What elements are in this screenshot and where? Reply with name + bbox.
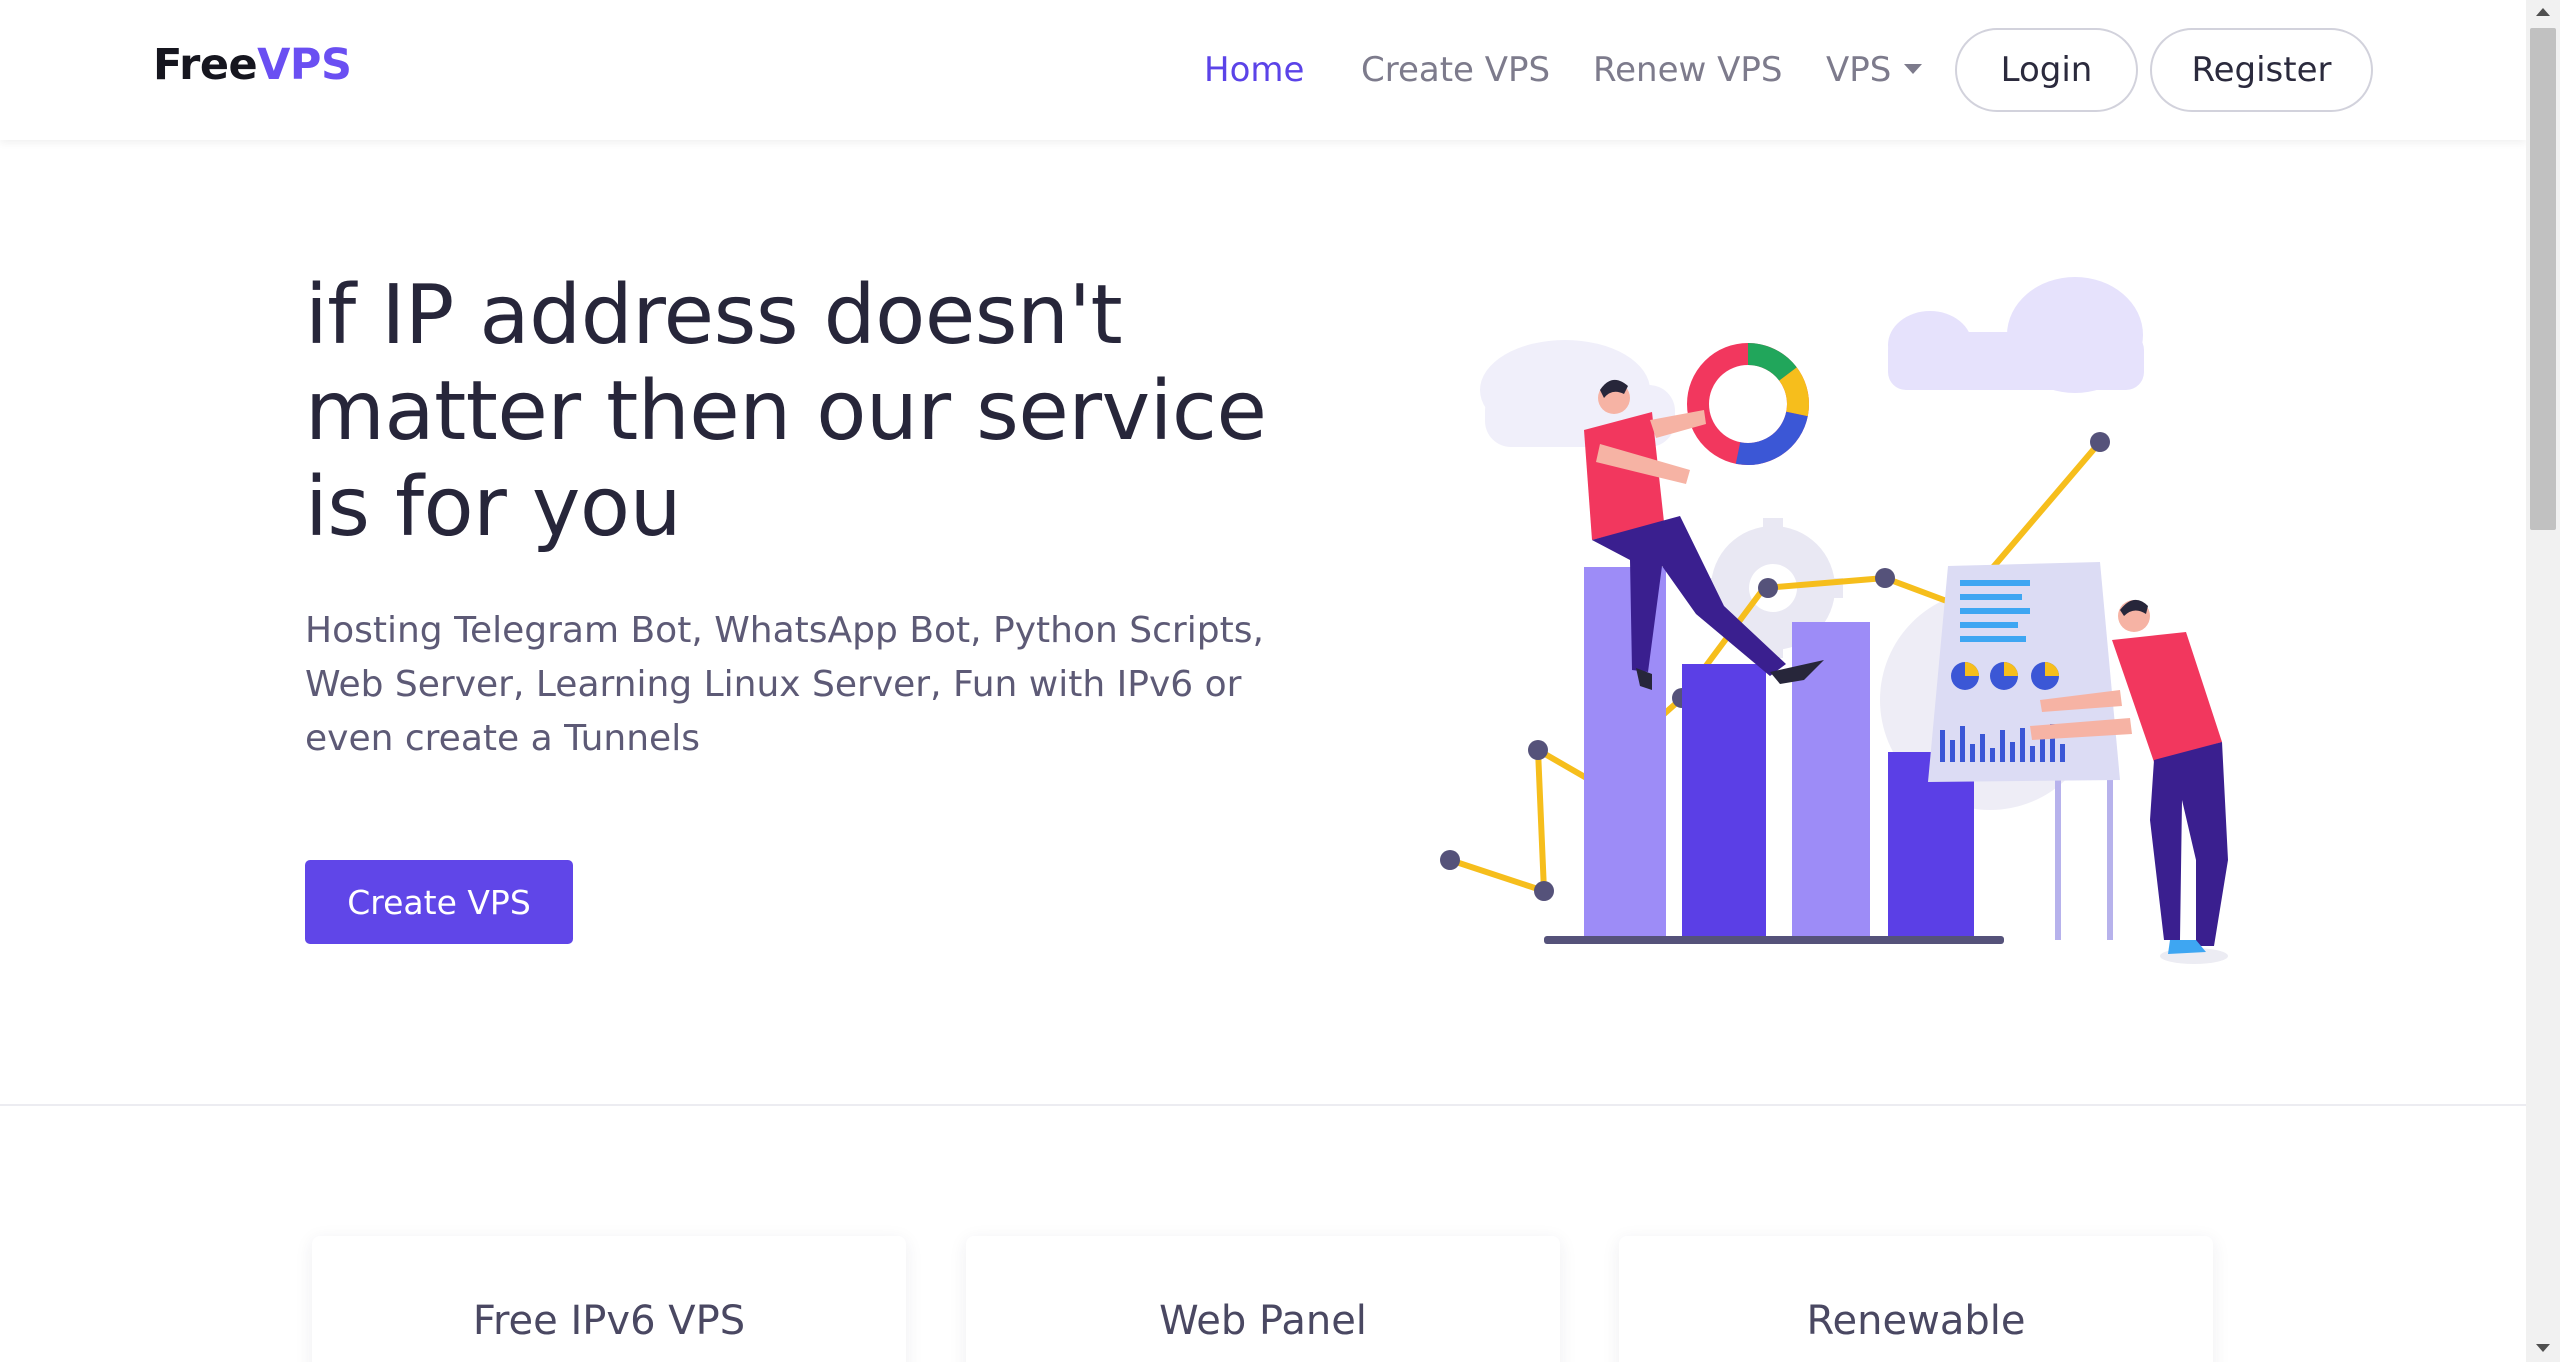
feature-card-free-ipv6-vps: Free IPv6 VPS: [312, 1236, 906, 1362]
triangle-up-icon[interactable]: [2536, 8, 2550, 16]
register-button[interactable]: Register: [2150, 28, 2373, 112]
feature-card-title: Web Panel: [1159, 1298, 1367, 1344]
page-viewport: FreeVPS Home Create VPS Renew VPS VPS Lo…: [0, 0, 2526, 1362]
create-vps-button[interactable]: Create VPS: [305, 860, 573, 944]
hero-title-line: is for you: [305, 460, 682, 555]
feature-card-web-panel: Web Panel: [966, 1236, 1560, 1362]
nav-link-home[interactable]: Home: [1204, 50, 1304, 90]
feature-card-title: Free IPv6 VPS: [472, 1298, 746, 1344]
navbar: FreeVPS Home Create VPS Renew VPS VPS Lo…: [0, 0, 2526, 140]
brand-text-free: Free: [153, 40, 258, 90]
caret-down-icon[interactable]: [1904, 64, 1922, 74]
nav-link-renew-vps[interactable]: Renew VPS: [1593, 50, 1782, 90]
scrollbar-thumb[interactable]: [2530, 28, 2556, 530]
nav-dropdown-vps[interactable]: VPS: [1826, 50, 1891, 90]
brand-logo[interactable]: FreeVPS: [153, 40, 352, 90]
hero-subtitle-line: Hosting Telegram Bot, WhatsApp Bot, Pyth…: [305, 610, 1264, 651]
feature-card-renewable: Renewable: [1619, 1236, 2213, 1362]
triangle-down-icon[interactable]: [2536, 1344, 2550, 1352]
hero-subtitle-line: Web Server, Learning Linux Server, Fun w…: [305, 664, 1242, 705]
hero-title-line: if IP address doesn't: [305, 268, 1123, 363]
feature-card-title: Renewable: [1806, 1298, 2026, 1344]
cloud-right: [1888, 277, 2144, 393]
hero-title: if IP address doesn't matter then our se…: [305, 268, 1325, 556]
hero-subtitle: Hosting Telegram Bot, WhatsApp Bot, Pyth…: [305, 604, 1265, 766]
nav-link-create-vps[interactable]: Create VPS: [1361, 50, 1550, 90]
hero-illustration: [1440, 277, 2228, 964]
brand-text-vps: VPS: [257, 40, 352, 90]
section-divider: [0, 1104, 2526, 1106]
donut-chart: [1687, 343, 1809, 465]
hero-subtitle-line: even create a Tunnels: [305, 718, 700, 759]
vertical-scrollbar[interactable]: [2526, 0, 2560, 1362]
hero-title-line: matter then our service: [305, 364, 1267, 459]
login-button[interactable]: Login: [1955, 28, 2138, 112]
